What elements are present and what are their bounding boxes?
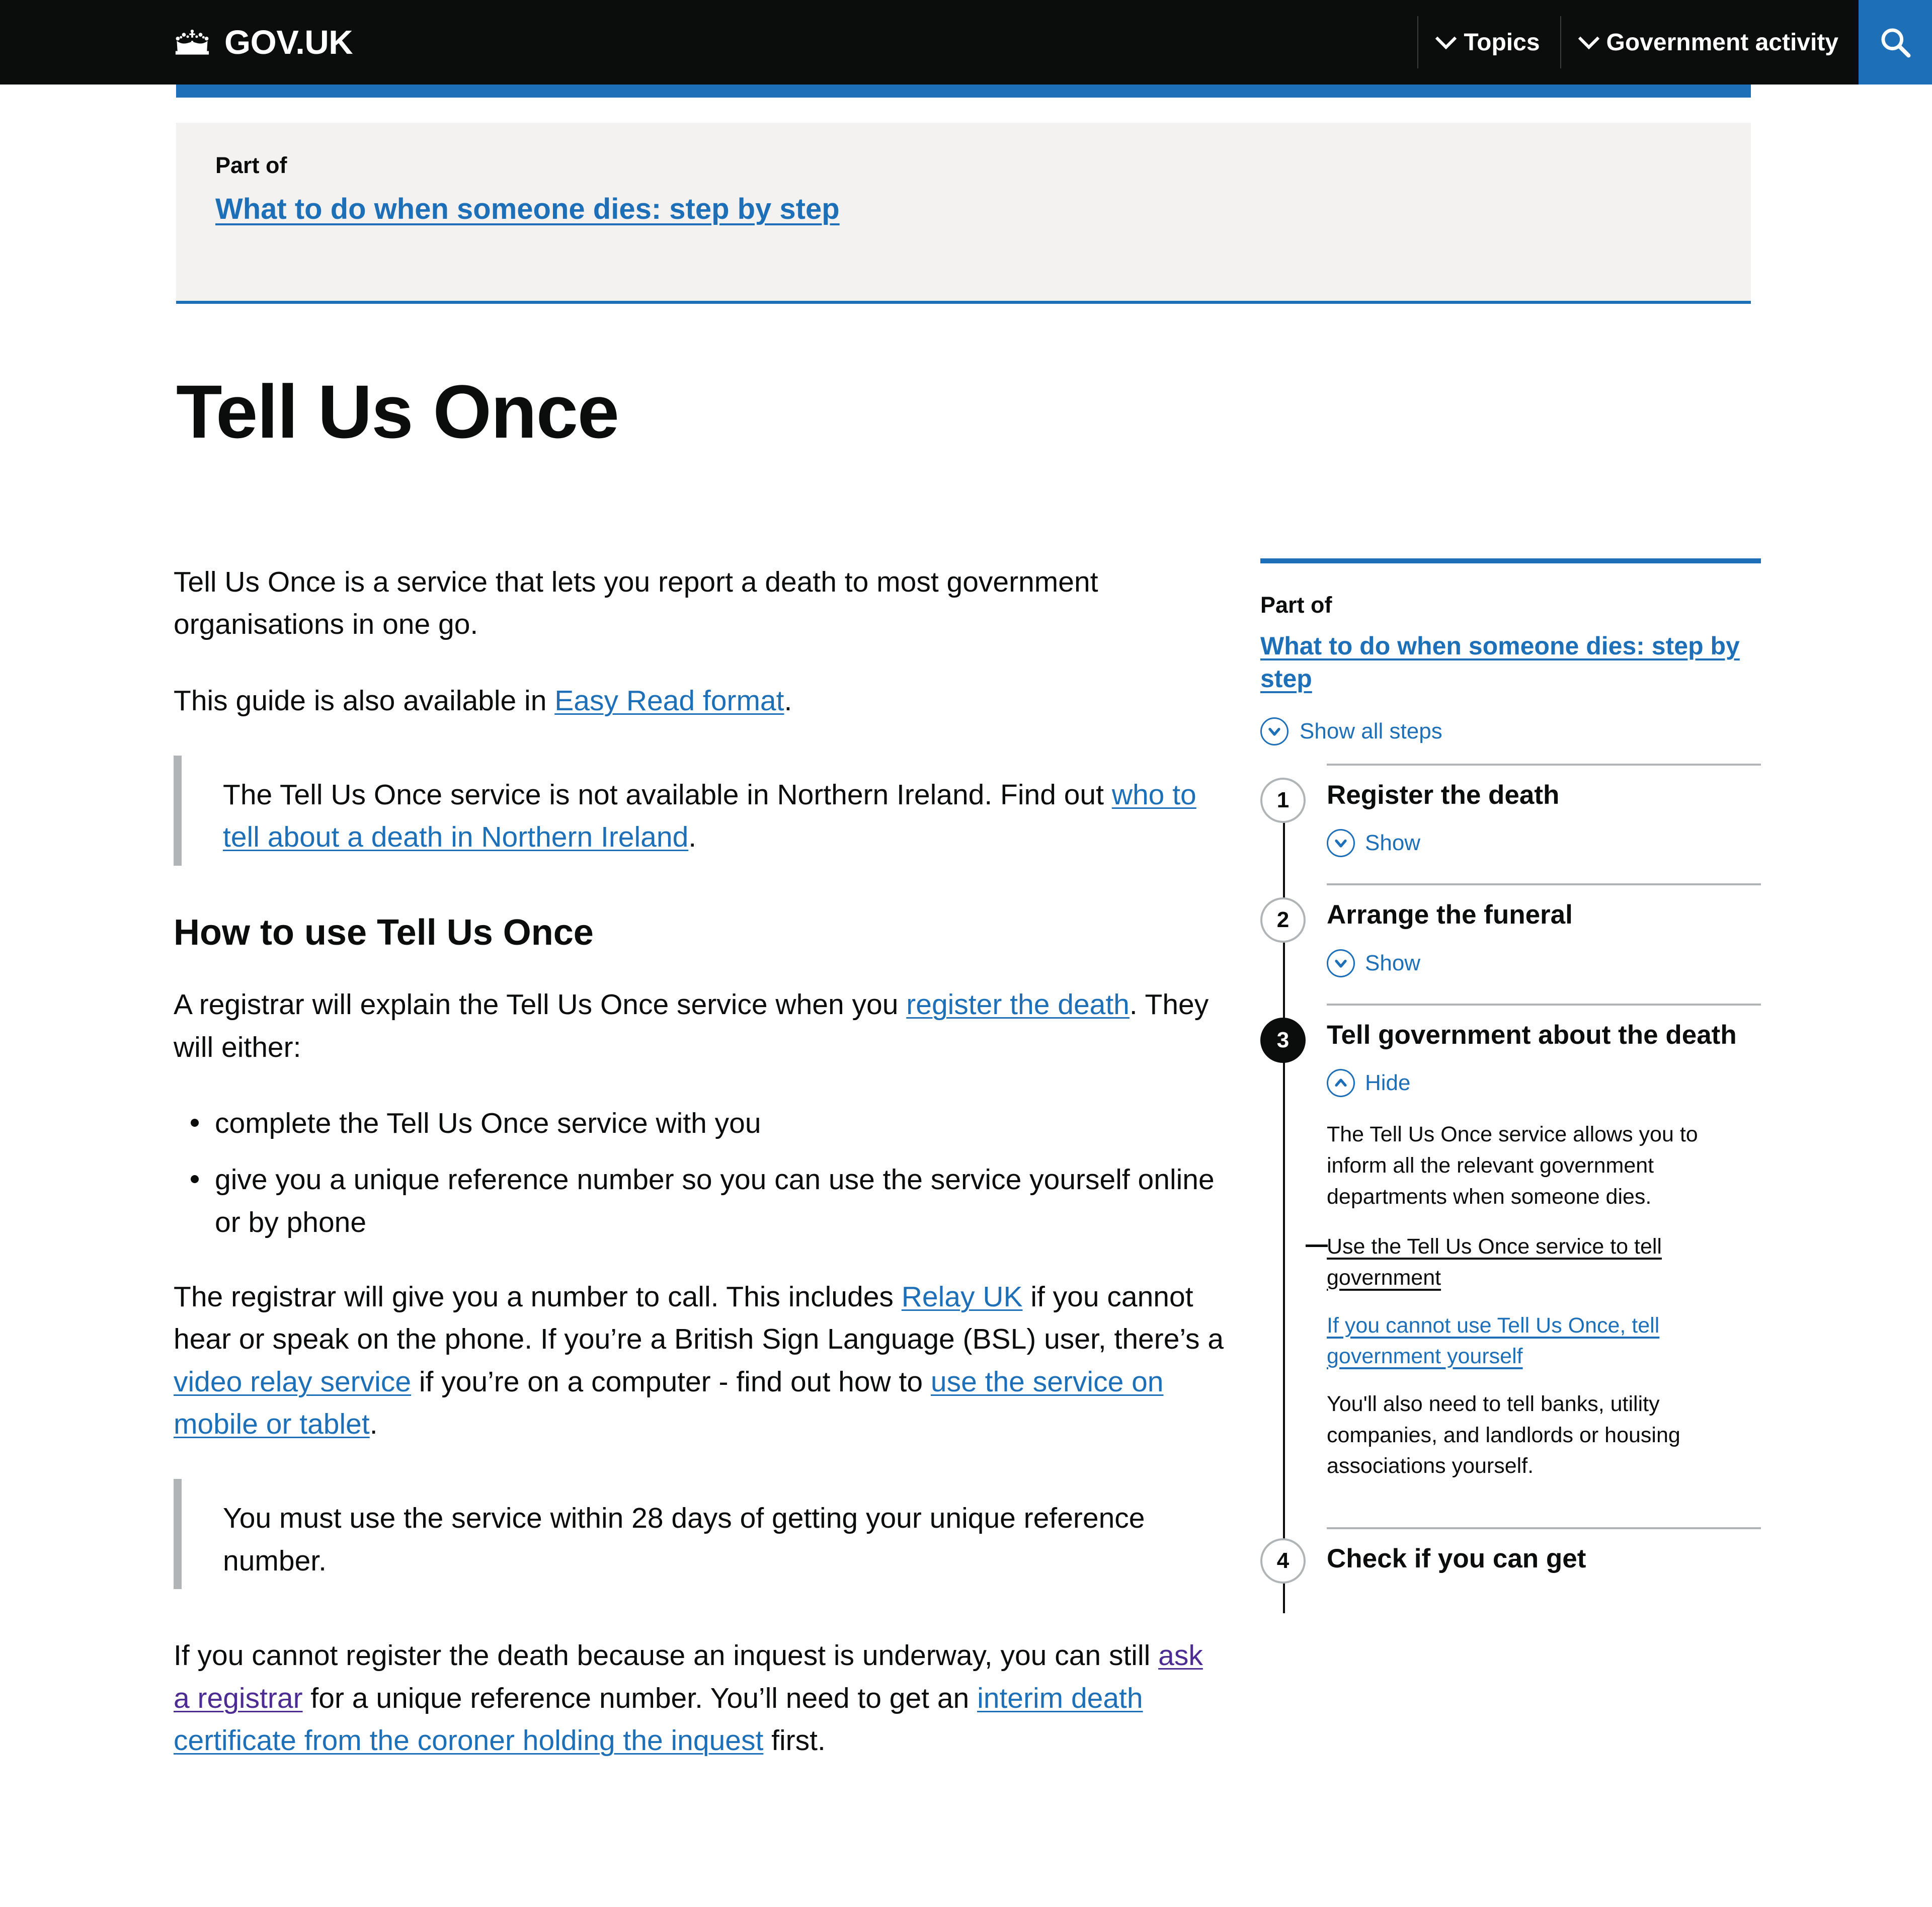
chevron-down-circle-icon	[1260, 717, 1289, 745]
register-the-death-link[interactable]: register the death	[906, 988, 1130, 1021]
step-3-outro: You'll also need to tell banks, utility …	[1327, 1391, 1680, 1478]
part-of-step-by-step-link[interactable]: What to do when someone dies: step by st…	[215, 191, 840, 228]
step-2-toggle-label: Show	[1365, 950, 1421, 975]
use-tell-us-once-service-link[interactable]: Use the Tell Us Once service to tell gov…	[1327, 1234, 1662, 1289]
chevron-up-circle-icon	[1327, 1068, 1355, 1097]
part-of-banner: Part of What to do when someone dies: st…	[176, 123, 1751, 304]
sidebar-part-of-label: Part of	[1260, 592, 1332, 618]
step-2-toggle[interactable]: Show	[1327, 949, 1761, 977]
step-2: 2 Arrange the funeral Show	[1260, 883, 1761, 1003]
govuk-wordmark: GOV.UK	[224, 23, 353, 61]
step-by-step-accent-bar	[176, 85, 1751, 98]
inquest-paragraph: If you cannot register the death because…	[174, 1634, 1225, 1762]
step-3: 3 Tell government about the death Hide T…	[1260, 1003, 1761, 1528]
crown-icon	[175, 29, 209, 55]
govuk-global-header: GOV.UK Topics Government activity	[0, 0, 1932, 85]
nav-item-topics-label: Topics	[1464, 29, 1540, 56]
step-3-toggle[interactable]: Hide	[1327, 1068, 1761, 1097]
nav-item-government-activity[interactable]: Government activity	[1561, 0, 1859, 85]
step-2-title: Arrange the funeral	[1327, 900, 1573, 930]
step-3-toggle-label: Hide	[1365, 1070, 1411, 1095]
step-number-bubble: 1	[1260, 778, 1306, 823]
step-1-title: Register the death	[1327, 780, 1560, 810]
easy-read-paragraph: This guide is also available in Easy Rea…	[174, 680, 1225, 722]
chevron-down-icon	[1578, 28, 1599, 50]
twenty-eight-days-paragraph: You must use the service within 28 days …	[223, 1502, 1145, 1577]
step-number-bubble: 2	[1260, 897, 1306, 943]
part-of-label: Part of	[215, 152, 287, 178]
header-inner: GOV.UK Topics Government activity	[0, 0, 1932, 85]
step-body: Tell government about the death Hide The…	[1306, 1003, 1761, 1528]
chevron-down-circle-icon	[1327, 949, 1355, 977]
easy-read-text-before: This guide is also available in	[174, 684, 555, 717]
cannot-use-tell-us-once-link[interactable]: If you cannot use Tell Us Once, tell gov…	[1327, 1310, 1761, 1372]
how-to-use-heading: How to use Tell Us Once	[174, 912, 594, 953]
ni-text-after: .	[688, 821, 697, 854]
step-3-intro: The Tell Us Once service allows you to i…	[1327, 1122, 1698, 1209]
chevron-down-icon	[1435, 28, 1457, 50]
step-4-title: Check if you can get	[1327, 1544, 1586, 1574]
inquest-text-1: If you cannot register the death because…	[174, 1639, 1159, 1672]
intro-paragraph: Tell Us Once is a service that lets you …	[174, 566, 1098, 641]
current-page-dash-icon	[1306, 1245, 1328, 1248]
steps-list: 1 Register the death Show 2 Arrange the …	[1260, 764, 1761, 1613]
search-icon	[1881, 28, 1911, 58]
registrar-options-list: complete the Tell Us Once service with y…	[174, 1102, 1225, 1243]
video-relay-service-link[interactable]: video relay service	[174, 1366, 411, 1398]
registrar-paragraph: A registrar will explain the Tell Us Onc…	[174, 983, 1225, 1068]
step-3-panel: The Tell Us Once service allows you to i…	[1306, 1119, 1761, 1482]
govuk-logo-link[interactable]: GOV.UK	[171, 26, 353, 59]
northern-ireland-inset-paragraph: The Tell Us Once service is not availabl…	[223, 774, 1225, 859]
step-by-step-sidebar: Part of What to do when someone dies: st…	[1260, 558, 1761, 1613]
sidebar-top-rule	[1260, 558, 1761, 563]
step-number-bubble: 3	[1260, 1017, 1306, 1063]
ni-text-before: The Tell Us Once service is not availabl…	[223, 779, 1112, 811]
step-1: 1 Register the death Show	[1260, 764, 1761, 883]
relay-text-3: if you’re on a computer - find out how t…	[411, 1365, 931, 1398]
show-all-steps-button[interactable]: Show all steps	[1260, 717, 1761, 745]
search-button[interactable]	[1859, 0, 1932, 85]
step-body: Register the death Show	[1327, 764, 1761, 883]
show-all-steps-label: Show all steps	[1300, 719, 1442, 743]
twenty-eight-days-inset: You must use the service within 28 days …	[174, 1479, 1225, 1590]
sidebar-part-of-link[interactable]: What to do when someone dies: step by st…	[1260, 630, 1761, 695]
registrar-text-before: A registrar will explain the Tell Us Onc…	[174, 988, 907, 1021]
step-3-current-link-row: Use the Tell Us Once service to tell gov…	[1306, 1231, 1761, 1293]
nav-item-government-activity-label: Government activity	[1606, 29, 1838, 56]
step-1-toggle[interactable]: Show	[1327, 829, 1761, 858]
relay-uk-paragraph: The registrar will give you a number to …	[174, 1276, 1225, 1445]
step-4: 4 Check if you can get	[1260, 1527, 1761, 1593]
step-3-title: Tell government about the death	[1327, 1020, 1737, 1050]
list-item: give you a unique reference number so yo…	[191, 1158, 1225, 1243]
step-body: Check if you can get	[1327, 1527, 1761, 1593]
page-title: Tell Us Once	[176, 369, 619, 454]
nav-item-topics[interactable]: Topics	[1418, 0, 1560, 85]
main-content: Tell Us Once is a service that lets you …	[174, 561, 1225, 1795]
relay-text-1: The registrar will give you a number to …	[174, 1280, 902, 1313]
step-body: Arrange the funeral Show	[1327, 883, 1761, 1003]
header-navigation: Topics Government activity	[1417, 0, 1932, 85]
relay-text-4: .	[369, 1408, 378, 1441]
inquest-text-3: first.	[763, 1724, 826, 1757]
inquest-text-2: for a unique reference number. You’ll ne…	[302, 1682, 978, 1714]
easy-read-text-after: .	[784, 684, 792, 717]
relay-uk-link[interactable]: Relay UK	[902, 1281, 1023, 1313]
northern-ireland-inset: The Tell Us Once service is not availabl…	[174, 756, 1225, 866]
chevron-down-circle-icon	[1327, 829, 1355, 858]
easy-read-format-link[interactable]: Easy Read format	[554, 685, 784, 717]
step-number-bubble: 4	[1260, 1538, 1306, 1584]
list-item: complete the Tell Us Once service with y…	[191, 1102, 1225, 1144]
step-1-toggle-label: Show	[1365, 831, 1421, 856]
